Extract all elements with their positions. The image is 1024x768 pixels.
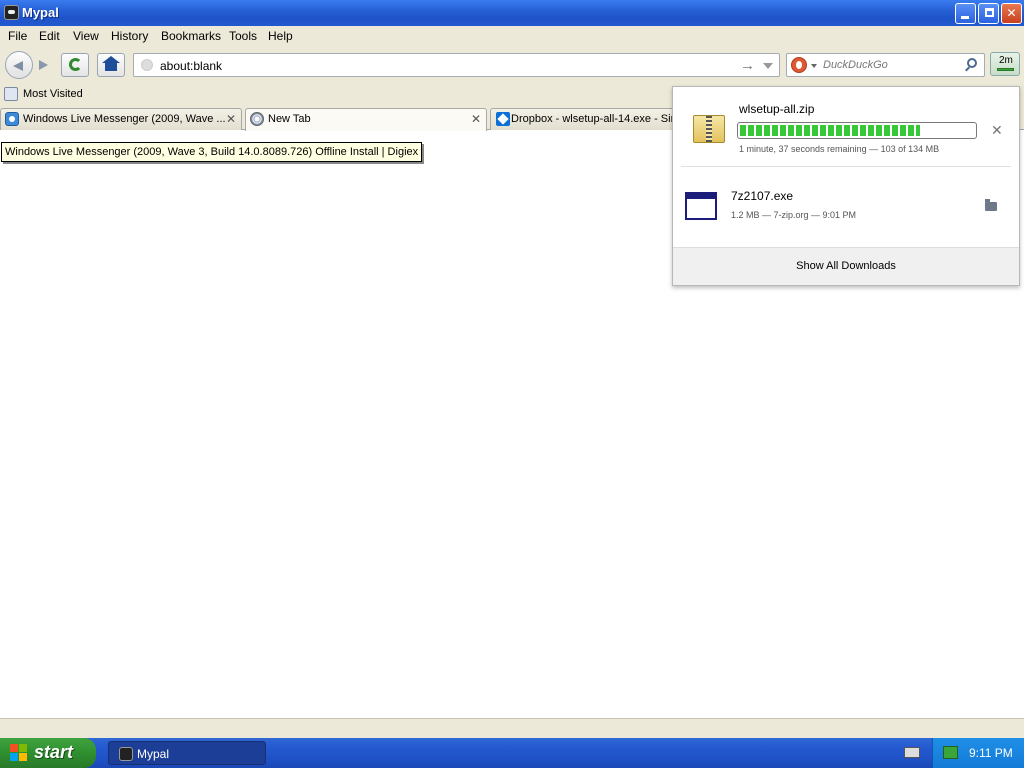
- menu-bar: File Edit View History Bookmarks Tools H…: [0, 26, 1024, 46]
- minimize-icon: [961, 16, 969, 19]
- download-status: 1.2 MB — 7-zip.org — 9:01 PM: [731, 210, 857, 220]
- tab-new-tab[interactable]: New Tab ✕: [245, 108, 487, 131]
- download-progress-bar: [737, 122, 977, 139]
- home-icon: [102, 56, 120, 71]
- exe-file-icon: [685, 192, 717, 220]
- forward-button[interactable]: [35, 58, 51, 72]
- tab-close-icon[interactable]: ✕: [471, 112, 481, 126]
- menu-edit[interactable]: Edit: [39, 29, 60, 43]
- system-tray: 9:11 PM: [932, 738, 1024, 768]
- menu-file[interactable]: File: [8, 29, 27, 43]
- start-button[interactable]: start: [0, 738, 96, 768]
- close-icon: ✕: [1006, 6, 1017, 20]
- restore-button[interactable]: [978, 3, 999, 24]
- start-label: start: [34, 742, 74, 762]
- navigation-toolbar: about:blank → DuckDuckGo 2m: [0, 46, 1024, 84]
- globe-icon: [250, 112, 264, 126]
- home-button[interactable]: [97, 53, 125, 77]
- most-visited-icon: [4, 87, 18, 101]
- taskbar-app-label: Mypal: [137, 747, 170, 761]
- url-input[interactable]: about:blank: [160, 59, 222, 73]
- app-icon[interactable]: [4, 5, 19, 20]
- minimize-button[interactable]: [955, 3, 976, 24]
- menu-tools[interactable]: Tools: [229, 29, 257, 43]
- dropbox-icon: [496, 112, 510, 126]
- taskbar: start Mypal 9:11 PM: [0, 738, 1024, 768]
- show-all-downloads-label: Show All Downloads: [796, 260, 896, 272]
- menu-help[interactable]: Help: [268, 29, 293, 43]
- download-status: 1 minute, 37 seconds remaining — 103 of …: [739, 144, 940, 154]
- duckduckgo-icon[interactable]: [791, 57, 807, 73]
- download-filename: 7z2107.exe: [731, 189, 794, 203]
- tab-dropbox[interactable]: Dropbox - wlsetup-all-14.exe - Sim: [490, 108, 680, 130]
- download-filename: wlsetup-all.zip: [739, 102, 815, 116]
- tab-tooltip: Windows Live Messenger (2009, Wave 3, Bu…: [1, 142, 423, 162]
- show-all-downloads-button[interactable]: Show All Downloads: [673, 247, 1019, 285]
- restore-icon: [985, 8, 994, 17]
- status-bar: [0, 718, 1024, 738]
- tab-messenger[interactable]: Windows Live Messenger (2009, Wave ... ✕: [0, 108, 242, 130]
- title-bar: Mypal ✕: [0, 0, 1024, 26]
- download-progress-fill: [740, 125, 921, 136]
- tab-label: Dropbox - wlsetup-all-14.exe - Sim: [511, 113, 680, 125]
- menu-history[interactable]: History: [111, 29, 148, 43]
- page-identity-icon[interactable]: [141, 59, 153, 71]
- reload-button[interactable]: [61, 53, 89, 77]
- download-item[interactable]: [673, 168, 1019, 248]
- window-title: Mypal: [22, 5, 59, 20]
- cancel-download-icon[interactable]: ✕: [991, 122, 1003, 139]
- zip-file-icon: [693, 115, 725, 143]
- open-folder-icon[interactable]: [985, 199, 997, 211]
- search-engine-dropdown-icon[interactable]: [811, 64, 817, 68]
- url-bar[interactable]: about:blank →: [133, 53, 780, 77]
- search-icon[interactable]: [967, 58, 977, 68]
- tab-close-icon[interactable]: ✕: [226, 112, 236, 126]
- downloads-time-badge: 2m: [999, 55, 1013, 66]
- download-item[interactable]: wlsetup-all.zip 1 minute, 37 seconds rem…: [681, 87, 1011, 167]
- network-icon[interactable]: [943, 746, 958, 759]
- search-bar[interactable]: DuckDuckGo: [786, 53, 985, 77]
- mypal-icon: [119, 747, 133, 761]
- tab-label: New Tab: [268, 113, 311, 125]
- back-button[interactable]: [5, 51, 33, 79]
- taskbar-app-mypal[interactable]: Mypal: [108, 741, 266, 765]
- close-button[interactable]: ✕: [1001, 3, 1022, 24]
- menu-bookmarks[interactable]: Bookmarks: [161, 29, 221, 43]
- messenger-icon: [5, 112, 19, 126]
- downloads-panel: wlsetup-all.zip 1 minute, 37 seconds rem…: [672, 86, 1020, 286]
- keyboard-icon[interactable]: [904, 747, 920, 758]
- url-history-dropdown[interactable]: [763, 63, 773, 69]
- most-visited-bookmark[interactable]: Most Visited: [23, 88, 83, 100]
- search-input[interactable]: DuckDuckGo: [823, 59, 888, 71]
- windows-logo-icon: [10, 744, 28, 762]
- downloads-button[interactable]: 2m: [990, 52, 1020, 76]
- tab-label: Windows Live Messenger (2009, Wave ...: [23, 113, 226, 125]
- menu-view[interactable]: View: [73, 29, 99, 43]
- downloads-progress-icon: [997, 68, 1014, 71]
- go-arrow-icon[interactable]: →: [740, 57, 755, 74]
- clock[interactable]: 9:11 PM: [969, 746, 1013, 760]
- reload-icon: [69, 58, 82, 71]
